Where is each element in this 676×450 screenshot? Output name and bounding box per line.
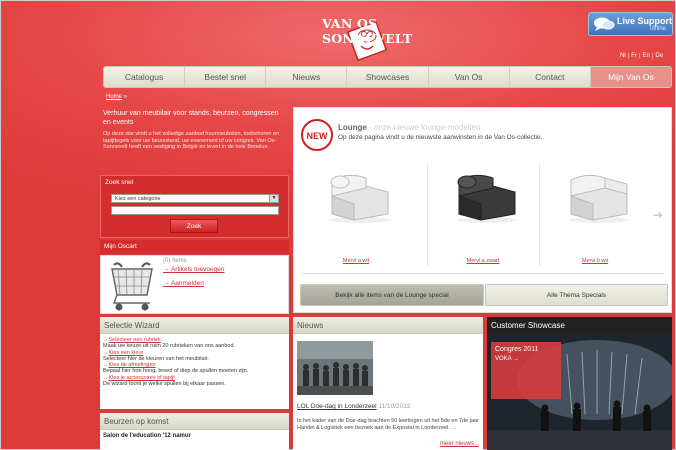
carousel-next-icon[interactable]: ➔ — [653, 208, 663, 222]
add-articles-label: Artikels toevoegen — [170, 266, 225, 273]
signup-link[interactable]: → Aanmelden — [163, 280, 204, 287]
live-support-status: offline — [650, 26, 666, 32]
showcase-caption[interactable]: Congres 2011 VOKA → — [491, 342, 561, 399]
armchair-white-image — [330, 174, 390, 223]
intro-panel: Verhuur van meubilair voor stands, beurz… — [100, 107, 290, 172]
fair-item-sub: ... — [103, 442, 108, 448]
nav-van-os[interactable]: Van Os — [429, 67, 510, 87]
lounge-tagline: - onze nieuwe lounge-modellen — [369, 123, 481, 132]
lang-nl[interactable]: Nl — [620, 53, 626, 59]
divider — [302, 273, 664, 274]
lounge-title: Lounge - onze nieuwe lounge-modellen — [338, 123, 480, 132]
main-nav: Catalogus Bestel snel Nieuws Showcases V… — [103, 66, 672, 88]
nav-mijn-van-os[interactable]: Mijn Van Os — [590, 67, 671, 87]
brand-logo[interactable]: VAN OS SONNEVELT — [312, 10, 457, 66]
search-button[interactable]: Zoek — [170, 219, 218, 233]
customer-showcase-panel: Customer Showcase Congres 2011 VOKA → — [487, 317, 672, 450]
intro-text: Op deze site vindt u het volledige aanbo… — [103, 131, 280, 150]
lang-en[interactable]: En — [642, 53, 649, 59]
view-lounge-button[interactable]: Bekijk alle items van de Lounge special — [300, 284, 484, 306]
wizard-step-link[interactable]: Kies je accessoires of tapijt — [109, 375, 175, 381]
intro-heading: Verhuur van meubilair voor stands, beurz… — [103, 110, 279, 126]
wizard-step-link[interactable]: Kies de afmetingen — [109, 362, 156, 368]
add-articles-link[interactable]: → Artikels toevoegen — [163, 266, 224, 273]
lounge-title-text: Lounge — [338, 123, 367, 132]
new-badge-text: NEW — [307, 131, 329, 141]
breadcrumb-separator: » — [123, 94, 128, 100]
product-divider — [427, 164, 428, 266]
cart-panel: Mijn Oscart (0) Items → Artikels toevoeg… — [100, 240, 289, 315]
shopping-cart-icon — [111, 262, 153, 311]
product-card[interactable]: Mervi b wit — [545, 160, 645, 270]
quick-search-panel: Zoek snel Kies een categorie ▼ Zoek — [100, 175, 289, 238]
showcase-title: Customer Showcase — [487, 317, 672, 334]
category-select-value: Kies een categorie — [115, 196, 161, 202]
nav-catalogus[interactable]: Catalogus — [104, 67, 186, 87]
cart-title: Mijn Oscart — [100, 240, 289, 254]
showcase-client: VOKA — [495, 356, 512, 362]
news-text: In het kader van de Doe-dag brachten 50 … — [297, 418, 479, 431]
lang-de[interactable]: De — [655, 53, 663, 59]
product-divider — [539, 164, 540, 266]
upcoming-fairs-panel: Beurzen op komst Salon de l'education '1… — [100, 413, 289, 450]
news-read-more-icon[interactable]: → — [451, 425, 457, 431]
chat-bubble-icon — [594, 17, 615, 31]
new-badge-icon: NEW — [301, 119, 333, 151]
fairs-title: Beurzen op komst — [100, 413, 289, 430]
wizard-step-link[interactable]: Kies een kleur — [109, 350, 144, 356]
cart-item-count: (0) Items — [163, 258, 187, 264]
nav-contact[interactable]: Contact — [510, 67, 591, 87]
nav-bestel-snel[interactable]: Bestel snel — [185, 67, 267, 87]
product-card[interactable]: Mervi a wit — [306, 160, 406, 270]
chevron-down-icon[interactable]: ▼ — [269, 195, 278, 202]
product-card[interactable]: Mervi a zwart — [433, 160, 533, 270]
nav-nieuws[interactable]: Nieuws — [266, 67, 348, 87]
quick-search-title: Zoek snel — [105, 179, 134, 186]
lang-fr[interactable]: Fr — [631, 53, 637, 59]
showcase-client-row: VOKA → — [495, 356, 520, 362]
wizard-title: Selectie Wizard — [100, 317, 289, 334]
news-photo[interactable] — [297, 341, 373, 395]
more-news-link[interactable]: meer nieuws... — [440, 441, 479, 447]
showcase-event: Congres 2011 — [495, 346, 539, 353]
breadcrumb-home[interactable]: Home — [106, 94, 122, 100]
lounge-subtitle: Op deze pagina vindt u de nieuwste aanwi… — [338, 134, 543, 141]
armchair-white-corner-image — [569, 174, 629, 223]
wizard-step-link[interactable]: Selecteer een rubriek — [109, 337, 161, 343]
news-date: 11/10/2012 — [378, 403, 411, 410]
breadcrumb: Home » — [106, 94, 127, 100]
category-select[interactable]: Kies een categorie ▼ — [111, 194, 279, 203]
cart-body: (0) Items → Artikels toevoegen → Aanmeld… — [100, 255, 289, 314]
live-support-button[interactable]: Live Support offline — [588, 12, 673, 36]
signup-label: Aanmelden — [170, 280, 204, 287]
brand-name: VAN OS SONNEVELT — [322, 16, 413, 46]
selection-wizard-panel: Selectie Wizard →Selecteer een rubriek M… — [100, 317, 289, 409]
armchair-black-image — [457, 174, 517, 223]
live-support-title: Live Support — [617, 16, 673, 26]
wizard-step-text: De wizard toont je welke spullen bij elk… — [103, 381, 226, 388]
product-caption[interactable]: Mervi b wit — [545, 258, 645, 264]
lounge-special-panel: NEW Lounge - onze nieuwe lounge-modellen… — [293, 107, 672, 313]
language-switcher: Nl | Fr | En | De — [620, 53, 664, 59]
search-input[interactable] — [111, 206, 279, 215]
news-panel: Nieuws LOL Doe-dag in Londerzeel 11/10/2… — [293, 317, 483, 450]
all-theme-specials-button[interactable]: Alle Thema Specials — [485, 284, 668, 306]
news-headline-row: LOL Doe-dag in Londerzeel 11/10/2012 — [297, 403, 411, 410]
nav-showcases[interactable]: Showcases — [347, 67, 429, 87]
product-caption[interactable]: Mervi a zwart — [433, 258, 533, 264]
news-headline-link[interactable]: LOL Doe-dag in Londerzeel — [297, 403, 377, 410]
product-caption[interactable]: Mervi a wit — [306, 258, 406, 264]
news-title: Nieuws — [293, 317, 483, 334]
fair-item[interactable]: Salon de l'education '12 namur — [100, 430, 289, 442]
